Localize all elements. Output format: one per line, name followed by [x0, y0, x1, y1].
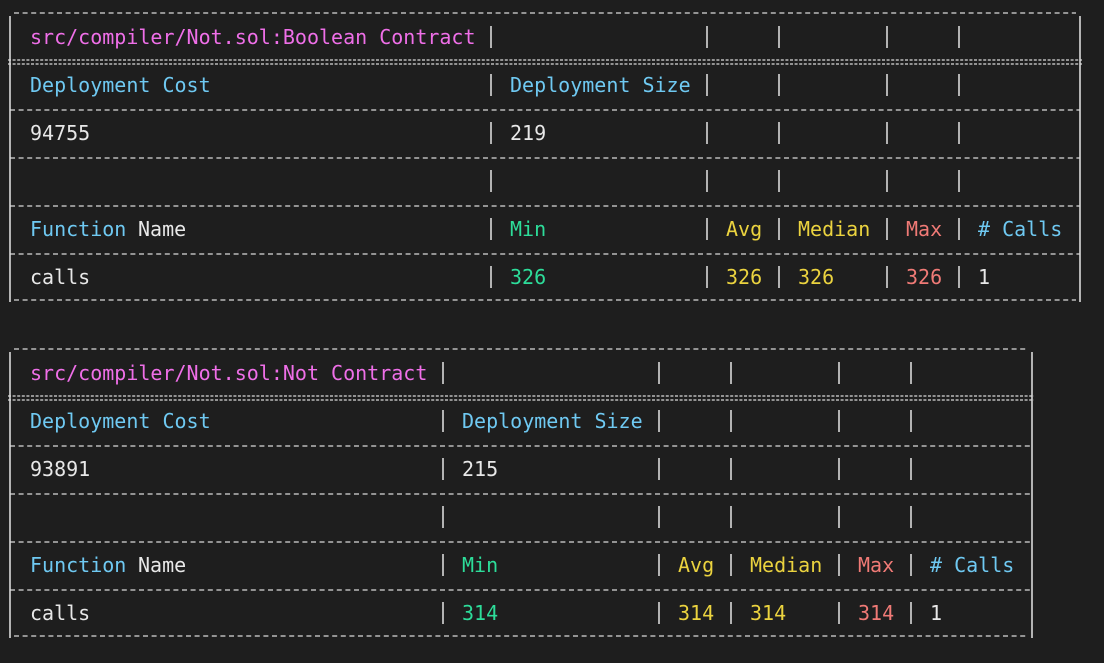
max-header: Max [858, 553, 895, 577]
avg-value: 326 [726, 265, 763, 289]
median-value: 314 [750, 601, 787, 625]
deployment-cost-header: Deployment Cost [30, 409, 211, 433]
deployment-cost-header: Deployment Cost [30, 73, 211, 97]
deployment-size-header: Deployment Size [510, 73, 691, 97]
avg-header: Avg [726, 217, 763, 241]
contract-name: src/compiler/Not.sol:Boolean Contract [30, 25, 476, 49]
name-header: Name [138, 553, 187, 577]
calls-header: # Calls [930, 553, 1015, 577]
name-header: Name [138, 217, 187, 241]
max-header: Max [906, 217, 943, 241]
median-header: Median [750, 553, 823, 577]
median-header: Median [798, 217, 871, 241]
avg-value: 314 [678, 601, 715, 625]
deployment-size-value: 219 [510, 121, 547, 145]
deployment-size-value: 215 [462, 457, 499, 481]
deployment-size-header: Deployment Size [462, 409, 643, 433]
min-value: 314 [462, 601, 499, 625]
min-value: 326 [510, 265, 547, 289]
function-name: calls [30, 601, 91, 625]
function-header: Function [30, 553, 127, 577]
avg-header: Avg [678, 553, 715, 577]
min-header: Min [462, 553, 499, 577]
min-header: Min [510, 217, 547, 241]
contract-name: src/compiler/Not.sol:Not Contract [30, 361, 428, 385]
calls-header: # Calls [978, 217, 1063, 241]
deployment-cost-value: 94755 [30, 121, 91, 145]
function-name: calls [30, 265, 91, 289]
median-value: 326 [798, 265, 835, 289]
max-value: 314 [858, 601, 895, 625]
function-header: Function [30, 217, 127, 241]
calls-value: 1 [930, 601, 943, 625]
max-value: 326 [906, 265, 943, 289]
deployment-cost-value: 93891 [30, 457, 91, 481]
calls-value: 1 [978, 265, 991, 289]
